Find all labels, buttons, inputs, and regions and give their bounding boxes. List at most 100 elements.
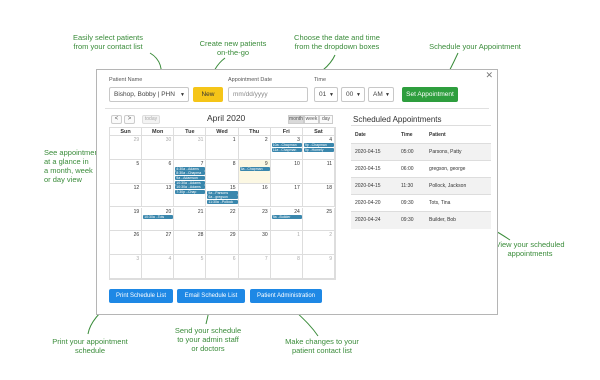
calendar-event[interactable]: 8:30a ..Chapma <box>175 171 206 176</box>
day-number: 24 <box>294 208 300 215</box>
patient-select[interactable]: Bishop, Bobby | PHN ▼ <box>109 87 189 102</box>
next-month-button[interactable]: > <box>124 115 135 124</box>
calendar-day-cell[interactable]: 13 <box>142 183 175 208</box>
table-cell: 09:30 <box>397 211 425 229</box>
day-number: 6 <box>232 256 236 263</box>
scheduled-appointments-table: Date Time Patient 2020-04-15 05:00 Parsons… <box>351 125 491 229</box>
calendar-day-cell[interactable]: 26 <box>110 231 143 256</box>
calendar-day-cell[interactable]: 30 <box>142 136 175 160</box>
calendar-day-cell[interactable]: 30 <box>238 231 271 256</box>
table-cell: 11:30 <box>397 177 425 195</box>
calendar-day-cell[interactable]: 2 <box>302 231 335 256</box>
calendar-day-cell[interactable]: 10 <box>270 159 303 184</box>
calendar-event[interactable]: 10:30a ..Tots <box>143 214 174 219</box>
calendar-day-cell[interactable]: 3 <box>110 255 143 279</box>
calendar-day-cell[interactable]: 9 <box>302 255 335 279</box>
day-number: 30 <box>262 232 268 239</box>
today-button[interactable]: today <box>142 115 160 124</box>
day-number: 27 <box>165 232 172 239</box>
day-number: 29 <box>133 137 140 143</box>
hour-select[interactable]: 01 ▼ <box>314 87 338 102</box>
prev-month-button[interactable]: < <box>111 115 122 124</box>
calendar-day-cell[interactable]: 7 <box>238 255 271 279</box>
patient-select-value: Bishop, Bobby | PHN <box>114 91 175 98</box>
calendar-day-cell[interactable]: 29 <box>110 136 143 160</box>
calendar-event[interactable]: 10a ..Chapman <box>271 143 302 147</box>
calendar-event[interactable]: 9p ..Chapman <box>303 143 334 147</box>
day-number: 19 <box>133 208 140 215</box>
print-schedule-button[interactable]: Print Schedule List <box>109 289 173 303</box>
calendar-event[interactable]: 10:30a ..Adams <box>175 180 206 185</box>
calendar-day-cell[interactable]: 27 <box>142 231 175 256</box>
callout-select-patients: Easily select patients from your contact… <box>72 33 144 51</box>
calendar-day-cell[interactable]: 28 <box>174 231 207 256</box>
table-row[interactable]: 2020-04-20 09:30 Tots, Tina <box>351 194 491 212</box>
table-row[interactable]: 2020-04-15 06:00 gregson, george <box>351 160 491 178</box>
calendar-day-cell[interactable]: 17 <box>270 183 303 208</box>
calendar-day-cell[interactable]: 8 <box>206 159 239 184</box>
day-number: 12 <box>133 184 140 191</box>
calendar-event[interactable]: 9a ..Builder <box>271 214 302 219</box>
calendar-day-cell[interactable]: 1 <box>270 231 303 256</box>
day-number: 17 <box>294 184 300 191</box>
calendar-event[interactable]: 5a ..Parsons <box>207 190 238 195</box>
table-cell: gregson, george <box>425 160 491 178</box>
calendar-day-cell[interactable]: 22 <box>206 207 239 232</box>
new-patient-button[interactable]: New <box>193 87 223 102</box>
month-calendar: Sun Mon Tue Wed Thu Fri Sat 29 30 31 1 2 3 4 5 6 7 8 9 10 11… <box>109 127 336 280</box>
appointment-date-input[interactable]: mm/dd/yyyy <box>228 87 308 102</box>
column-header-patient: Patient <box>425 125 491 144</box>
calendar-event[interactable]: 5a ..Chapman <box>239 166 270 171</box>
calendar-day-cell[interactable]: 20 <box>142 207 175 232</box>
calendar-event[interactable]: 9p ..Homely <box>303 147 334 152</box>
calendar-day-cell[interactable]: 24 <box>270 207 303 232</box>
calendar-day-cell[interactable]: 16 <box>238 183 271 208</box>
table-cell: 09:30 <box>397 194 425 212</box>
view-week-button[interactable]: week <box>304 115 319 124</box>
calendar-event[interactable]: 9a ..Adamson <box>175 176 206 181</box>
minute-select[interactable]: 00 ▼ <box>341 87 365 102</box>
weekday-header: Thu <box>238 128 271 136</box>
calendar-day-cell[interactable]: 5 <box>110 159 143 184</box>
calendar-day-cell[interactable]: 25 <box>302 207 335 232</box>
calendar-event[interactable]: 4:30a ..Adams <box>175 166 206 171</box>
calendar-day-cell[interactable]: 4 <box>142 255 175 279</box>
calendar-day-cell[interactable]: 29 <box>206 231 239 256</box>
calendar-day-cell[interactable]: 23 <box>238 207 271 232</box>
calendar-day-cell[interactable]: 1 <box>206 136 239 160</box>
table-cell: 05:00 <box>397 143 425 161</box>
view-day-button[interactable]: day <box>319 115 333 124</box>
day-number: 31 <box>197 137 204 143</box>
calendar-event[interactable]: 7:30p ..Chap <box>175 189 206 194</box>
calendar-day-cell[interactable]: 18 <box>302 183 335 208</box>
calendar-day-cell[interactable]: 8 <box>270 255 303 279</box>
table-cell: 2020-04-24 <box>351 211 397 229</box>
calendar-event[interactable]: 11:30a ..Pollock <box>207 199 238 204</box>
calendar-day-cell[interactable]: 6 <box>206 255 239 279</box>
calendar-day-cell[interactable]: 31 <box>174 136 207 160</box>
calendar-day-cell[interactable]: 11 <box>302 159 335 184</box>
table-row[interactable]: 2020-04-24 09:30 Builder, Bob <box>351 211 491 229</box>
calendar-day-cell[interactable]: 21 <box>174 207 207 232</box>
calendar-day-cell[interactable]: 12 <box>110 183 143 208</box>
calendar-event[interactable]: 11a ..Chapman <box>271 147 302 152</box>
calendar-day-cell[interactable]: 2 <box>238 136 271 160</box>
view-month-button[interactable]: month <box>288 115 304 124</box>
scheduled-appointments-title: Scheduled Appointments <box>353 115 442 124</box>
table-row[interactable]: 2020-04-15 11:30 Pollock, Jackson <box>351 177 491 195</box>
calendar-event[interactable]: 6a ..gregson <box>207 195 238 200</box>
email-schedule-button[interactable]: Email Schedule List <box>177 289 245 303</box>
table-row[interactable]: 2020-04-15 05:00 Parsons, Patty <box>351 143 491 161</box>
calendar-day-cell[interactable]: 5 <box>174 255 207 279</box>
calendar-day-cell[interactable]: 19 <box>110 207 143 232</box>
set-appointment-button[interactable]: Set Appointment <box>402 87 458 102</box>
calendar-day-cell[interactable]: 9 <box>238 159 271 184</box>
calendar-day-cell[interactable]: 6 <box>142 159 175 184</box>
ampm-select[interactable]: AM ▼ <box>368 87 394 102</box>
table-header-row: Date Time Patient <box>351 125 491 144</box>
day-number: 26 <box>133 232 140 239</box>
close-icon[interactable]: ✕ <box>485 70 493 81</box>
calendar-event[interactable]: 10:30a ..Adams <box>175 185 206 190</box>
patient-administration-button[interactable]: Patient Administration <box>250 289 322 303</box>
table-cell: 2020-04-20 <box>351 194 397 212</box>
